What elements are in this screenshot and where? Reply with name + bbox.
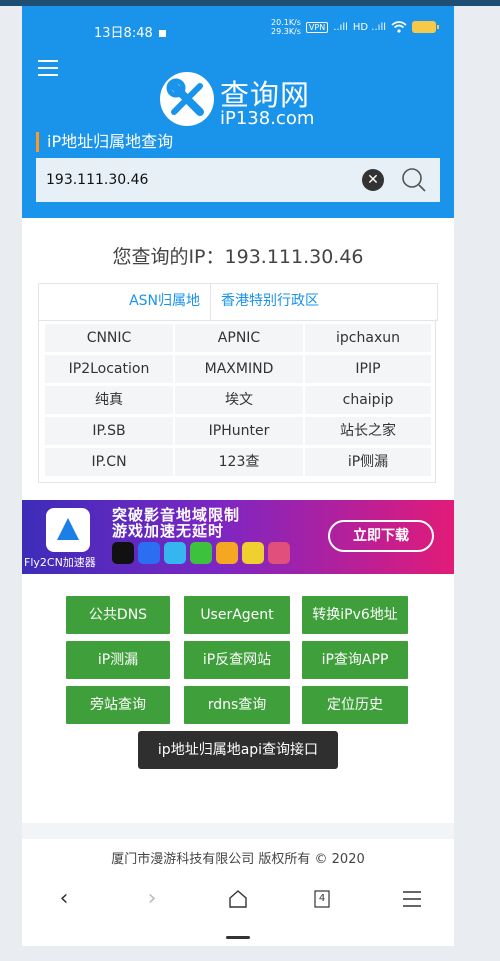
banner-app-name: Fly2CN加速器 [24, 556, 96, 569]
tool-button[interactable]: 转换iPv6地址 [302, 596, 408, 634]
ad-banner[interactable]: Fly2CN加速器 突破影音地域限制 游戏加速无延时 立即下载 [22, 500, 454, 574]
tool-button[interactable]: rdns查询 [184, 686, 290, 724]
game-app-icon [216, 542, 238, 564]
bilibili-icon [164, 542, 186, 564]
tabs-count: 4 [318, 893, 326, 904]
menu-lines-icon[interactable] [392, 884, 432, 914]
footer-divider [22, 823, 454, 839]
back-button[interactable]: ‹ [44, 884, 84, 914]
source-link[interactable]: APNIC [175, 324, 303, 352]
forward-button[interactable]: › [132, 884, 172, 914]
download-button[interactable]: 立即下载 [328, 520, 434, 552]
source-link[interactable]: ipchaxun [305, 324, 431, 352]
api-query-button[interactable]: ip地址归属地api查询接口 [138, 731, 338, 769]
tool-button[interactable]: UserAgent [184, 596, 290, 634]
iqiyi-icon [190, 542, 212, 564]
source-link[interactable]: IP.CN [45, 448, 173, 476]
tool-button[interactable]: 旁站查询 [66, 686, 170, 724]
app-logo-icon [46, 508, 90, 552]
section-title: iP地址归属地查询 [36, 132, 173, 152]
source-link[interactable]: IPIP [305, 355, 431, 383]
tool-button[interactable]: iP反查网站 [184, 641, 290, 679]
site-logo[interactable]: 查询网 iP138.com [160, 70, 360, 130]
source-grid: CNNIC APNIC ipchaxun IP2Location MAXMIND IPIP… [45, 324, 431, 476]
source-table: CNNIC APNIC ipchaxun IP2Location MAXMIND IPIP… [38, 319, 436, 483]
music-app-icon [242, 542, 264, 564]
signal-hd-icon: HD ..ıll [352, 21, 386, 33]
query-result-title: 您查询的IP：193.111.30.46 [112, 246, 364, 268]
status-time: 13日8:48 [94, 22, 166, 41]
battery-icon [412, 21, 439, 33]
menu-icon[interactable] [38, 60, 58, 76]
notification-icon [158, 30, 166, 37]
asn-label: ASN归属地 [39, 284, 211, 320]
source-link[interactable]: MAXMIND [175, 355, 303, 383]
speed-up: 20.1K/s [271, 18, 301, 27]
phone-screen: 13日8:48 20.1K/s 29.3K/s VPN ..ıll HD ..ı… [22, 6, 454, 946]
tool-button[interactable]: 定位历史 [302, 686, 408, 724]
browser-nav-bar: ‹ › 4 [22, 878, 454, 946]
banner-app-icons [112, 542, 290, 564]
tabs-button[interactable]: 4 [302, 884, 342, 914]
tiktok-icon [112, 542, 134, 564]
search-bar: ✕ [36, 158, 440, 202]
home-indicator [226, 936, 250, 939]
search-icon[interactable] [400, 166, 428, 194]
logo-domain: iP138.com [220, 108, 315, 129]
network-speed: 20.1K/s 29.3K/s [271, 18, 301, 36]
source-link[interactable]: 站长之家 [305, 417, 431, 445]
clear-icon[interactable]: ✕ [362, 169, 384, 191]
source-link[interactable]: IPHunter [175, 417, 303, 445]
source-link[interactable]: IP.SB [45, 417, 173, 445]
source-link[interactable]: IP2Location [45, 355, 173, 383]
source-link[interactable]: iP侧漏 [305, 448, 431, 476]
tool-button[interactable]: 公共DNS [66, 596, 170, 634]
asn-value: 香港特别行政区 [221, 293, 319, 309]
banner-tagline-2: 游戏加速无延时 [112, 522, 225, 540]
ip-search-input[interactable] [46, 170, 346, 190]
source-link[interactable]: chaipip [305, 386, 431, 414]
status-time-text: 13日8:48 [94, 26, 153, 41]
asn-row: ASN归属地 香港特别行政区 [38, 283, 438, 321]
video-app-icon [138, 542, 160, 564]
vpn-icon: VPN [305, 21, 329, 33]
footer-copyright: 厦门市漫游科技有限公司 版权所有 © 2020 [111, 852, 365, 867]
speed-down: 29.3K/s [271, 27, 301, 36]
home-icon[interactable] [218, 884, 258, 914]
status-icons: 20.1K/s 29.3K/s VPN ..ıll HD ..ıll [271, 18, 439, 36]
wifi-icon [391, 21, 407, 33]
status-bar: 13日8:48 20.1K/s 29.3K/s VPN ..ıll HD ..ı… [22, 6, 454, 48]
tool-button[interactable]: iP测漏 [66, 641, 170, 679]
tool-button[interactable]: iP查询APP [302, 641, 408, 679]
source-link[interactable]: CNNIC [45, 324, 173, 352]
anime-app-icon [268, 542, 290, 564]
source-link[interactable]: 123查 [175, 448, 303, 476]
source-link[interactable]: 埃文 [175, 386, 303, 414]
logo-tools-icon [160, 72, 214, 126]
signal-icon: ..ıll [333, 21, 348, 33]
source-link[interactable]: 纯真 [45, 386, 173, 414]
header: 13日8:48 20.1K/s 29.3K/s VPN ..ıll HD ..ı… [22, 6, 454, 218]
